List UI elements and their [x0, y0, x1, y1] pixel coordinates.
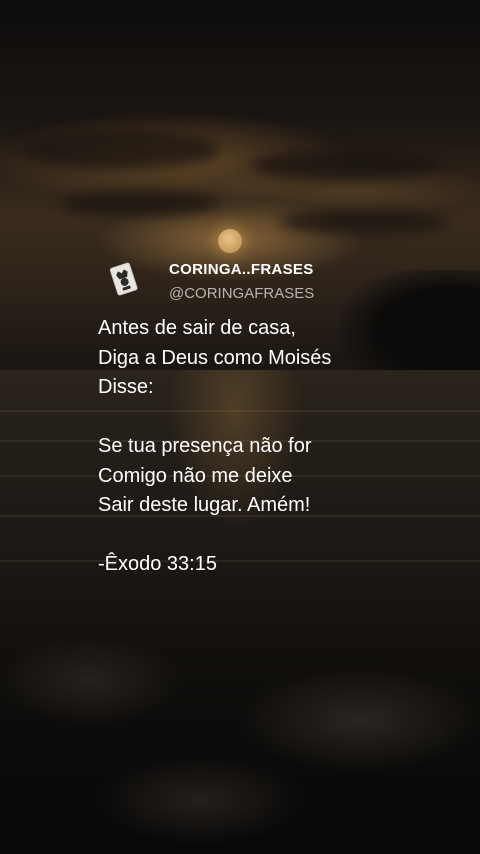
quote-line — [98, 403, 438, 433]
quote-line: Disse: — [98, 376, 154, 398]
quote-line: Diga a Deus como Moisés — [98, 346, 332, 369]
quote-line: Comigo não me deixe — [98, 464, 293, 487]
quote-line: Se tua presença não for — [98, 435, 312, 457]
quote-line: Sair deste lugar. Amém! — [98, 494, 311, 516]
quote-text: Antes de sair de casa, Diga a Deus como … — [98, 314, 438, 580]
quote-line — [98, 521, 438, 551]
account-handle[interactable]: @CORINGAFRASES — [169, 285, 314, 302]
bible-reference: -Êxodo 33:15 — [98, 553, 217, 575]
account-name[interactable]: CORINGA..FRASES — [169, 261, 314, 278]
post-header: CORINGA..FRASES @CORINGAFRASES — [105, 259, 405, 307]
joker-card-icon[interactable] — [105, 261, 143, 299]
quote-line: Antes de sair de casa, — [98, 317, 296, 339]
quote-post: CORINGA..FRASES @CORINGAFRASES Antes de … — [0, 0, 480, 854]
